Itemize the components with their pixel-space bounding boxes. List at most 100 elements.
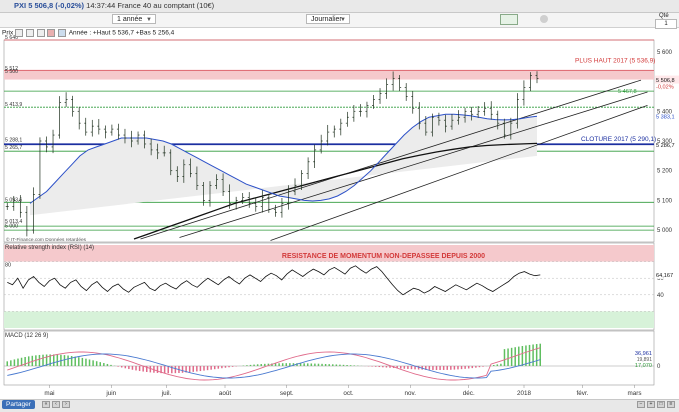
price-bar xyxy=(97,119,101,135)
price-bar xyxy=(5,202,9,210)
price-label: Prix xyxy=(2,29,14,37)
price-tick-6: 5 600 xyxy=(657,50,673,56)
period-value: 1 année xyxy=(117,16,143,23)
price-bar xyxy=(38,137,42,199)
left-label-8: 5 000 xyxy=(5,224,18,230)
last-price-tag: 5 506,8 xyxy=(656,78,675,84)
close-2017-label: CLOTURE 2017 (5 290,1) xyxy=(581,136,656,143)
left-label-5: 5 265,7 xyxy=(5,145,22,151)
price-bar xyxy=(273,204,277,217)
price-bar xyxy=(306,157,310,180)
x-label-3: août xyxy=(219,390,232,397)
value-5383-label: 5 383,1 xyxy=(656,114,675,120)
forward-icon[interactable]: › xyxy=(62,401,70,408)
price-bar xyxy=(483,102,487,116)
zoom-out-icon[interactable] xyxy=(25,29,34,37)
x-label-0: mai xyxy=(44,390,54,397)
rewind-icon[interactable]: « xyxy=(42,401,50,408)
zoom-in-button[interactable]: + xyxy=(647,401,655,408)
index-name: PXI xyxy=(14,1,27,10)
period-select[interactable]: 1 année ▼ xyxy=(112,14,156,24)
x-label-2: juil. xyxy=(161,390,172,397)
quote-title: PXI 5 506,8 (-0,02%) 14:37:44 France 40 … xyxy=(14,1,214,10)
hist-last-label: 17,070 xyxy=(635,363,652,369)
chevron-down-icon: ▼ xyxy=(340,17,346,23)
price-bar xyxy=(339,118,343,136)
price-bar xyxy=(58,96,62,139)
value-5467-label: 5 467,8 xyxy=(618,89,637,95)
zoom-in-icon[interactable] xyxy=(15,29,24,37)
support-line-1 xyxy=(179,91,648,238)
price-bar xyxy=(476,105,480,118)
resistance-zone xyxy=(4,69,654,80)
qty-input[interactable]: 1 xyxy=(655,19,677,29)
rsi-title: Relative strength index (RSI) (14) xyxy=(5,245,94,251)
interval-select[interactable]: Journalier ▼ xyxy=(306,14,350,24)
price-bar xyxy=(332,125,336,138)
value-5286-label: 5 286,7 xyxy=(656,143,675,149)
price-bar xyxy=(378,88,382,104)
chart-type-icon[interactable] xyxy=(500,14,518,25)
left-label-2: 5 500 xyxy=(5,69,18,75)
price-bar xyxy=(90,119,94,137)
price-legend: Prix Année : +Haut 5 536,7 +Bas 5 256,4 xyxy=(2,29,174,37)
x-label-6: nov. xyxy=(405,390,417,397)
chart-canvas: 5 0005 1005 2005 3005 4005 5005 6005 640… xyxy=(3,35,679,397)
macd-title: MACD (12 26 9) xyxy=(5,333,48,339)
quote-value: 5 506,8 (-0,02%) xyxy=(28,1,85,10)
chevron-down-icon: ▼ xyxy=(146,17,152,23)
macd-tick-0: 0 xyxy=(657,364,661,370)
share-button[interactable]: Partager xyxy=(2,400,35,409)
price-bar xyxy=(254,197,258,212)
price-bar xyxy=(25,206,29,237)
price-tick-0: 5 000 xyxy=(657,228,673,234)
price-bar xyxy=(313,144,317,169)
fullscreen-icon[interactable]: □ xyxy=(657,401,665,408)
quote-detail: 14:37:44 France 40 au comptant (10€) xyxy=(86,1,215,10)
interval-value: Journalier xyxy=(311,16,342,23)
x-label-10: mars xyxy=(628,390,642,397)
rsi-left-80: 80 xyxy=(5,263,11,269)
settings-icon[interactable] xyxy=(540,15,548,23)
options-icon[interactable]: ≡ xyxy=(667,401,675,408)
price-bar xyxy=(51,129,55,154)
price-bar xyxy=(326,124,330,146)
back-icon[interactable]: ‹ xyxy=(52,401,60,408)
macd-histogram xyxy=(6,343,541,374)
close-icon[interactable] xyxy=(47,29,56,37)
x-label-1: juin xyxy=(105,390,116,397)
zoom-out-button[interactable]: − xyxy=(637,401,645,408)
price-tick-2: 5 200 xyxy=(657,169,673,175)
rsi-banner: RESISTANCE DE MOMENTUM NON-DEPASSEE DEPU… xyxy=(282,253,485,260)
rsi-last-tag: 64,167 xyxy=(656,273,673,279)
price-bar xyxy=(77,106,81,130)
rsi-tick-0: 40 xyxy=(657,293,664,299)
price-tick-1: 5 100 xyxy=(657,198,673,204)
panel-border-2 xyxy=(3,330,655,386)
price-bar xyxy=(385,78,389,99)
price-bar xyxy=(522,80,526,106)
x-label-9: févr. xyxy=(577,390,589,397)
change-label: -0,02% xyxy=(656,85,674,91)
macd-line xyxy=(7,347,541,381)
support-line-0 xyxy=(140,79,642,240)
price-bar xyxy=(358,104,362,117)
price-bar xyxy=(489,101,493,120)
draw-icon[interactable] xyxy=(58,29,67,37)
x-label-4: sept. xyxy=(280,390,294,397)
rsi-line xyxy=(7,265,541,296)
left-label-3: 5 413,9 xyxy=(5,102,22,108)
left-label-4: 5 288,1 xyxy=(5,137,22,143)
price-bar xyxy=(103,125,107,139)
x-label-7: déc. xyxy=(463,390,475,397)
price-bar xyxy=(84,117,88,136)
price-bar xyxy=(404,83,408,101)
reset-icon[interactable] xyxy=(36,29,45,37)
year-range: Année : +Haut 5 536,7 +Bas 5 256,4 xyxy=(68,29,175,37)
price-bar xyxy=(365,101,369,118)
bottom-bar xyxy=(0,399,679,412)
price-bar xyxy=(71,95,75,117)
rsi-oversold-zone xyxy=(4,311,654,328)
price-bar xyxy=(64,92,68,107)
x-label-8: 2018 xyxy=(517,390,532,397)
